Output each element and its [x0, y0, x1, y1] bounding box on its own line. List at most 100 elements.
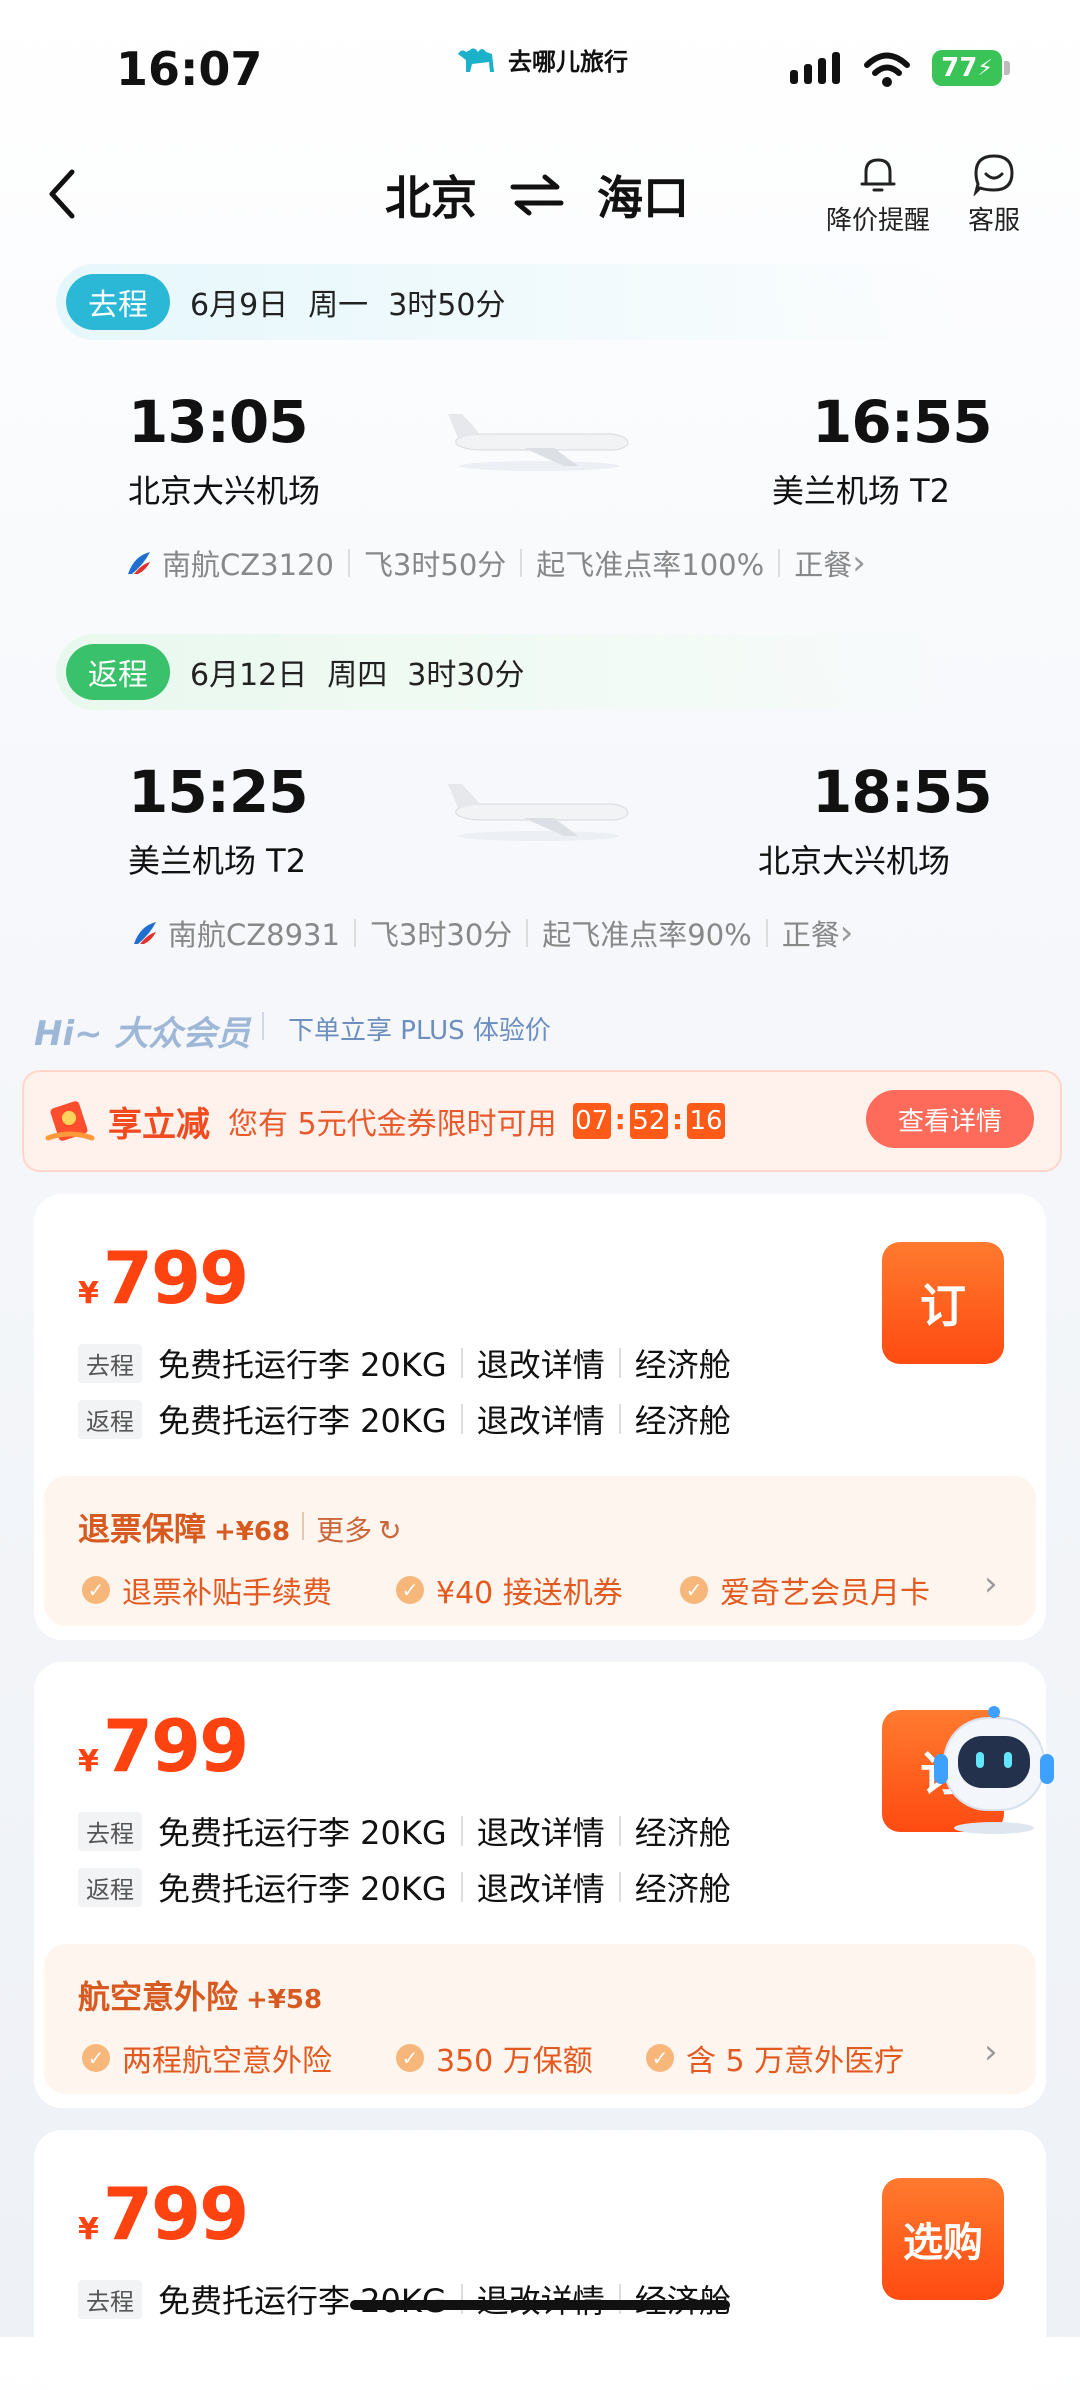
return-arr-airport: 北京大兴机场	[757, 842, 950, 880]
price-alert-button[interactable]: 降价提醒	[826, 152, 930, 237]
countdown-minutes: 52	[629, 1103, 668, 1139]
fare-row-return: 返程 免费托运行李 20KG 退改详情 经济舱	[78, 1864, 731, 1910]
return-flight-info[interactable]: 南航CZ8931 飞3时30分 起飞准点率90% 正餐 ›	[130, 912, 853, 954]
perk-item: ✓ 350 万保额	[396, 2036, 593, 2080]
countdown-seconds: 16	[687, 1103, 726, 1139]
chevron-right-icon[interactable]: ›	[984, 2032, 998, 2072]
perk-item: ✓ 两程航空意外险	[82, 2036, 332, 2080]
check-icon: ✓	[396, 1576, 424, 1604]
book-button[interactable]: 订	[882, 1242, 1004, 1364]
more-link[interactable]: 更多	[316, 1509, 372, 1549]
countdown: 07:52:16	[569, 1103, 729, 1139]
cabin-text: 经济舱	[634, 1402, 731, 1440]
bell-icon	[860, 158, 896, 192]
outbound-ontime: 起飞准点率100%	[536, 548, 765, 582]
swap-arrows-icon[interactable]	[509, 173, 565, 217]
price-alert-label: 降价提醒	[826, 206, 931, 236]
customer-service-label: 客服	[968, 206, 1021, 236]
return-tag: 返程	[66, 644, 170, 700]
row-tag: 返程	[78, 1867, 142, 1907]
outbound-duration: 3时50分	[388, 288, 506, 323]
signal-icon	[790, 52, 840, 84]
return-segment-header: 返程 6月12日 周四 3时30分	[56, 634, 956, 710]
perk-text: 退票补贴手续费	[122, 1576, 332, 1611]
app-brand: 去哪儿旅行	[456, 42, 628, 77]
outbound-date: 6月9日	[190, 288, 289, 323]
perk-text: 两程航空意外险	[122, 2044, 332, 2079]
airplane-icon	[448, 784, 629, 841]
return-meal: 正餐	[781, 918, 840, 952]
wifi-icon	[864, 52, 910, 87]
outbound-flight-info[interactable]: 南航CZ3120 飞3时50分 起飞准点率100% 正餐 ›	[124, 542, 866, 584]
refresh-icon[interactable]: ↻	[378, 1514, 401, 1547]
return-flight-no: 南航CZ8931	[168, 918, 340, 952]
cabin-text: 经济舱	[635, 2276, 731, 2322]
baggage-text: 免费托运行李 20KG	[158, 1814, 447, 1852]
outbound-fly-time: 飞3时50分	[363, 548, 507, 582]
route-title: 北京 海口	[385, 162, 689, 228]
battery-level: 77	[941, 53, 978, 83]
fare-price: ¥799	[78, 1704, 249, 1788]
red-envelope-icon	[45, 1101, 95, 1141]
extra-price: +¥58	[246, 1985, 323, 2015]
chevron-right-icon: ›	[852, 543, 866, 583]
cabin-text: 经济舱	[634, 1346, 731, 1384]
baggage-text: 免费托运行李 20KG	[158, 1402, 447, 1440]
fare-price: ¥799	[78, 1236, 249, 1320]
extra-title: 航空意外险	[78, 1978, 239, 2016]
rules-link[interactable]: 退改详情	[477, 1808, 605, 1854]
price-value: 799	[102, 2172, 249, 2256]
countdown-hours: 07	[572, 1103, 611, 1139]
check-icon: ✓	[82, 2044, 110, 2072]
back-chevron-icon[interactable]	[42, 164, 82, 224]
extra-price: +¥68	[214, 1517, 291, 1547]
check-icon: ✓	[646, 2044, 674, 2072]
view-details-button[interactable]: 查看详情	[866, 1090, 1034, 1148]
member-subtitle: 下单立享 PLUS 体验价	[288, 1016, 551, 1046]
rules-link[interactable]: 退改详情	[477, 1396, 605, 1442]
china-southern-logo-icon	[128, 552, 150, 574]
fare-row-outbound: 去程 免费托运行李 20KG 退改详情 经济舱	[78, 2276, 731, 2322]
price-value: 799	[102, 1236, 249, 1320]
fare-row-return: 返程 免费托运行李 20KG 退改详情 经济舱	[78, 1396, 731, 1442]
return-date: 6月12日	[190, 658, 308, 693]
perk-item: ✓ 爱奇艺会员月卡	[680, 1568, 930, 1612]
route-to: 海口	[597, 171, 689, 225]
customer-service-button[interactable]: 客服	[968, 152, 1020, 237]
outbound-arr-airport: 美兰机场 T2	[771, 472, 950, 510]
check-icon: ✓	[82, 1576, 110, 1604]
rules-link[interactable]: 退改详情	[477, 2276, 605, 2322]
chevron-right-icon[interactable]: ›	[984, 1564, 998, 1604]
outbound-tag: 去程	[66, 274, 170, 330]
perk-text: 爱奇艺会员月卡	[720, 1576, 930, 1611]
airplane-icon	[448, 414, 629, 471]
accident-insurance-header: 航空意外险 +¥58	[78, 1972, 322, 2018]
battery-indicator: 77 ⚡	[932, 50, 1002, 86]
perk-item: ✓ 含 5 万意外医疗	[646, 2036, 904, 2080]
battery-tip	[1004, 61, 1010, 75]
fare-row-outbound: 去程 免费托运行李 20KG 退改详情 经济舱	[78, 1340, 731, 1386]
currency-symbol: ¥	[78, 2212, 99, 2247]
rules-link[interactable]: 退改详情	[477, 1864, 605, 1910]
row-tag: 去程	[78, 2279, 142, 2319]
return-duration: 3时30分	[407, 658, 525, 693]
return-arr-time: 18:55	[812, 758, 993, 826]
rules-link[interactable]: 退改详情	[477, 1340, 605, 1386]
row-tag: 返程	[78, 1399, 142, 1439]
return-ontime: 起飞准点率90%	[542, 918, 752, 952]
row-tag: 去程	[78, 1811, 142, 1851]
divider	[262, 1012, 264, 1040]
assistant-robot-icon[interactable]	[924, 1688, 1064, 1838]
select-buy-button[interactable]: 选购	[882, 2178, 1004, 2300]
perk-text: 含 5 万意外医疗	[686, 2044, 905, 2079]
outbound-dep-time: 13:05	[128, 388, 309, 456]
baggage-text: 免费托运行李 20KG	[158, 1870, 447, 1908]
perk-text: ¥40 接送机券	[436, 1576, 623, 1611]
currency-symbol: ¥	[78, 1276, 99, 1311]
cabin-text: 经济舱	[634, 1814, 731, 1852]
perk-item: ✓ 退票补贴手续费	[82, 1568, 332, 1612]
row-tag: 去程	[78, 1343, 142, 1383]
outbound-dep-airport: 北京大兴机场	[128, 472, 321, 510]
return-dep-airport: 美兰机场 T2	[128, 842, 307, 880]
home-indicator[interactable]	[350, 2300, 730, 2310]
